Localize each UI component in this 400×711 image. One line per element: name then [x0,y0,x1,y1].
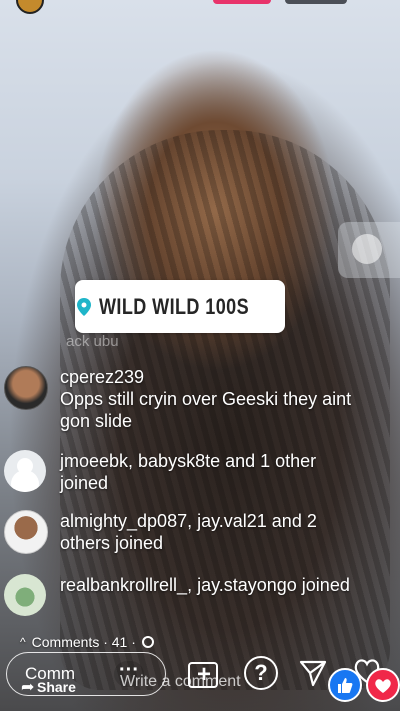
love-reaction-icon[interactable] [366,668,400,702]
avatar[interactable] [4,366,48,410]
bottom-action-bar: Comm ➦ Share ··· ? [0,648,400,711]
join-text: jmoeebk, babysk8te and 1 other joined [60,451,317,493]
thumbs-up-icon [338,678,353,693]
chevron-up-icon: ^ [20,635,26,649]
globe-icon [141,636,154,648]
obscured-text: ack ubu [66,333,119,347]
location-pin-icon [77,297,92,316]
comment-username[interactable]: cperez239 [60,366,360,388]
like-reaction-icon[interactable] [328,668,362,702]
viewer-count-badge [285,0,347,4]
help-icon[interactable]: ? [244,656,278,690]
join-text: almighty_dp087, jay.val21 and 2 others j… [60,511,317,553]
overlay-dot [352,234,382,264]
avatar [4,510,48,554]
avatar [4,450,46,492]
heart-icon [375,679,391,693]
avatar [4,574,46,616]
live-badge [213,0,271,4]
location-sticker[interactable]: WILD WILD 100S [75,280,285,333]
side-overlay-button[interactable] [338,222,400,278]
add-icon[interactable] [188,661,218,689]
share-label[interactable]: Share [37,679,76,695]
comment-body: Opps still cryin over Geeski they aint g… [60,389,352,431]
send-icon[interactable] [298,658,328,688]
share-arrow-icon: ➦ [21,679,35,696]
join-text: realbankrollrell_, jay.stayongo joined [60,575,350,595]
comment-text: cperez239 Opps still cryin over Geeski t… [60,366,360,432]
location-name: WILD WILD 100S [99,293,250,319]
